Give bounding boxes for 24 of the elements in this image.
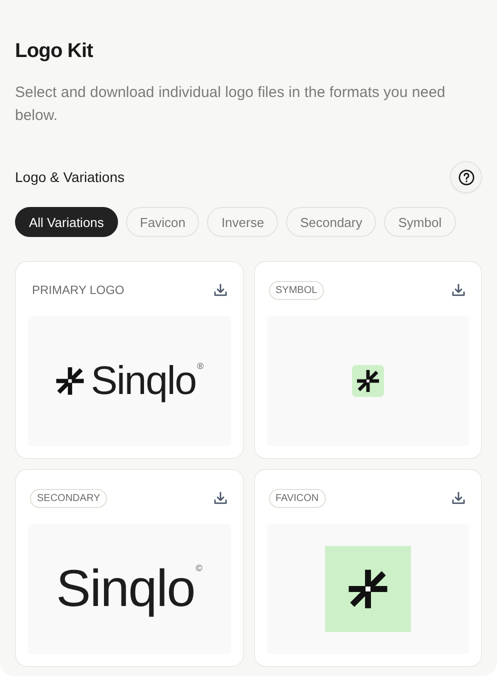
variant-tag: SYMBOL: [268, 280, 324, 300]
filter-chip[interactable]: Favicon: [126, 207, 200, 237]
page-title: Logo Kit: [15, 40, 94, 63]
download-icon: [450, 490, 467, 506]
page-description: Select and download individual logo files in the formats you need below.: [15, 83, 446, 126]
filter-chip[interactable]: Secondary: [286, 207, 376, 237]
asterisk-mark-icon: [346, 568, 389, 610]
logo-wordmark: Sinqlo: [90, 361, 196, 401]
help-button[interactable]: [450, 161, 482, 193]
download-icon: [212, 490, 228, 506]
filter-chip[interactable]: All Variations: [15, 207, 118, 237]
logo-wordmark: Sinqlo: [56, 563, 195, 615]
asterisk-mark-icon: [54, 366, 85, 396]
variant-tag: SECONDARY: [30, 488, 108, 508]
copyright-mark: ©: [196, 563, 202, 573]
section-title: Logo & Variations: [15, 169, 124, 185]
registered-mark: ®: [197, 361, 204, 371]
variant-tag: FAVICON: [268, 488, 326, 508]
help-icon: [458, 168, 474, 186]
download-icon: [212, 282, 228, 298]
filter-chip[interactable]: Inverse: [207, 207, 278, 237]
filter-chip[interactable]: Symbol: [384, 207, 456, 237]
card-label: PRIMARY LOGO: [31, 283, 124, 297]
download-icon: [450, 282, 467, 298]
